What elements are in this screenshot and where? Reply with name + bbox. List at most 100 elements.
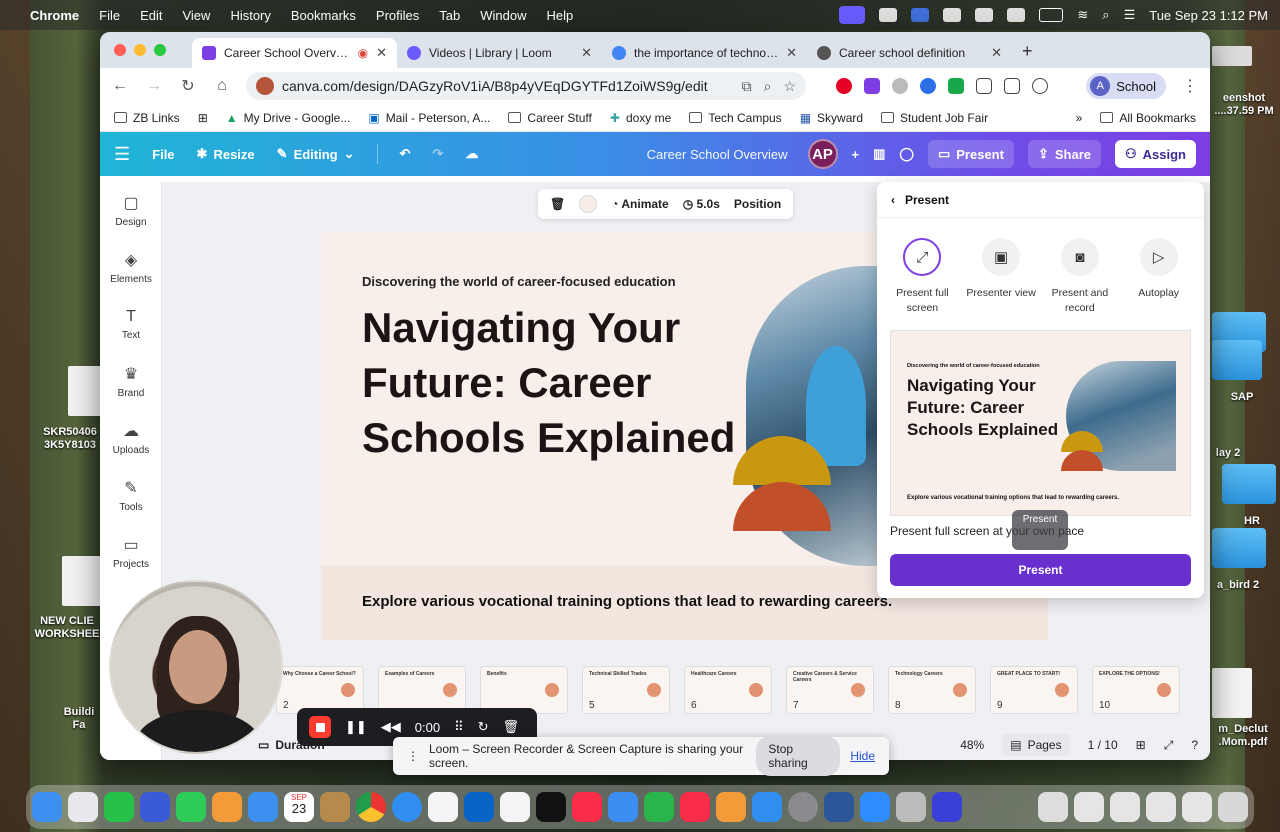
desktop-file-label[interactable]: a_bird 2 [1208, 579, 1268, 592]
animate-button[interactable]: ◔ Animate [611, 197, 668, 211]
reading-list-icon[interactable] [1004, 78, 1020, 94]
undo-button[interactable]: ↶ [400, 146, 411, 162]
loom-webcam-bubble[interactable] [109, 580, 283, 754]
calendar-icon[interactable]: SEP 23 [284, 792, 314, 822]
outlook-icon[interactable] [464, 792, 494, 822]
screenshot-file-icon[interactable] [1212, 46, 1252, 66]
bookmark-career-stuff[interactable]: Career Stuff [508, 111, 592, 125]
chrome-icon[interactable] [356, 792, 386, 822]
slide-eyebrow-text[interactable]: Discovering the world of career-focused … [362, 274, 676, 289]
loom-status-icon[interactable] [839, 6, 866, 24]
hide-banner-link[interactable]: Hide [850, 749, 875, 763]
address-url[interactable]: canva.com/design/DAGzyRoV1iA/B8p4yVEqDGY… [282, 78, 708, 94]
tab-career-definition[interactable]: Career school definition ✕ [807, 38, 1012, 68]
new-tab-icon[interactable]: + [1012, 41, 1043, 68]
pages-button[interactable]: ▤ Pages [1002, 734, 1070, 756]
zoom-window-button[interactable] [154, 44, 166, 56]
assign-button[interactable]: ⚇ Assign [1115, 140, 1196, 168]
control-center-icon[interactable]: ☰ [1124, 7, 1136, 23]
performance-icon[interactable] [1032, 78, 1048, 94]
reminders-icon[interactable] [428, 792, 458, 822]
messages-icon[interactable] [176, 792, 206, 822]
menu-edit[interactable]: Edit [140, 8, 162, 23]
rail-brand[interactable]: ♛ Brand [100, 353, 162, 410]
menu-bookmarks[interactable]: Bookmarks [291, 8, 356, 23]
menu-window[interactable]: Window [480, 8, 526, 23]
freeform-icon[interactable] [500, 792, 530, 822]
present-confirm-button[interactable]: Present [890, 554, 1191, 586]
notes-icon[interactable] [320, 792, 350, 822]
menubar-clock[interactable]: Tue Sep 23 1:12 PM [1149, 8, 1268, 23]
trash-icon[interactable]: 🗑 [550, 197, 565, 211]
folder-icon[interactable] [1212, 528, 1266, 568]
extension-icon[interactable] [948, 78, 964, 94]
share-button[interactable]: ⇪ Share [1027, 140, 1101, 168]
news-icon[interactable] [572, 792, 602, 822]
status-icon[interactable] [879, 8, 898, 22]
desktop-folder-label[interactable]: HR [1232, 515, 1272, 528]
bookmark-my-drive[interactable]: ▲ My Drive - Google... [226, 111, 351, 125]
hamburger-menu-icon[interactable]: ☰ [114, 144, 130, 165]
bookmark-skyward[interactable]: ▦ Skyward [800, 111, 863, 125]
page-thumbnail[interactable]: Creative Careers & Service Careers 7 [786, 666, 874, 714]
all-bookmarks[interactable]: All Bookmarks [1100, 111, 1196, 125]
pages-app-icon[interactable] [716, 792, 746, 822]
bookmark-student-job-fair[interactable]: Student Job Fair [881, 111, 988, 125]
desktop-file-label[interactable]: NEW CLIE WORKSHEE [34, 615, 100, 641]
cloud-sync-button[interactable]: ☁ [465, 146, 478, 162]
option-autoplay[interactable]: ▷ Autoplay [1121, 238, 1197, 316]
bookmark-doxy-me[interactable]: ✚ doxy me [610, 111, 671, 125]
menu-profiles[interactable]: Profiles [376, 8, 419, 23]
color-swatch[interactable] [579, 195, 598, 213]
pdf-file-icon[interactable] [1212, 668, 1252, 718]
app-store-icon[interactable] [140, 792, 170, 822]
help-icon[interactable]: ? [1191, 738, 1198, 752]
reload-icon[interactable]: ↻ [178, 76, 198, 96]
cloud-icon[interactable] [1007, 8, 1026, 22]
mail-icon[interactable] [248, 792, 278, 822]
option-present-full-screen[interactable]: ⤢ Present full screen [884, 238, 960, 316]
folder-icon[interactable] [1222, 464, 1276, 504]
music-icon[interactable] [680, 792, 710, 822]
puzzle-extensions-icon[interactable] [976, 78, 992, 94]
trash-icon[interactable] [1218, 792, 1248, 822]
folder-icon[interactable] [1212, 340, 1262, 380]
zoom-level[interactable]: 48% [960, 738, 984, 752]
page-thumbnail[interactable]: EXPLORE THE OPTIONS! 10 [1092, 666, 1180, 714]
page-counter[interactable]: 1 / 10 [1088, 738, 1118, 752]
extension-icon[interactable] [892, 78, 908, 94]
word-icon[interactable] [824, 792, 854, 822]
add-collaborator-icon[interactable]: + [852, 147, 860, 162]
pinterest-extension-icon[interactable] [836, 78, 852, 94]
tab-career-school-overview[interactable]: Career School Overview - ◉ ✕ [192, 38, 397, 68]
menu-file[interactable]: File [99, 8, 120, 23]
status-icon[interactable] [943, 8, 962, 22]
page-thumbnail[interactable]: Healthcare Careers 6 [684, 666, 772, 714]
drag-handle-icon[interactable]: ⠿ [454, 719, 464, 735]
close-tab-icon[interactable]: ✕ [786, 45, 797, 61]
desktop-file-label[interactable]: SKR50406 3K5Y8103 [40, 426, 100, 452]
keynote-icon[interactable] [608, 792, 638, 822]
downloads-stack-icon[interactable] [1038, 792, 1068, 822]
desktop-file-label[interactable]: eenshot ....37.59 PM [1208, 92, 1280, 118]
bookmark-mail[interactable]: ▣ Mail - Peterson, A... [368, 111, 490, 125]
bookmark-tech-campus[interactable]: Tech Campus [689, 111, 782, 125]
resize-button[interactable]: ✱ Resize [197, 146, 255, 162]
page-thumbnail[interactable]: Technical Skilled Trades 5 [582, 666, 670, 714]
page-thumbnail[interactable]: Why Choose a Career School? 2 [276, 666, 364, 714]
site-info-icon[interactable] [256, 77, 274, 95]
extension-icon[interactable] [864, 78, 880, 94]
drag-handle-icon[interactable]: ⋮ [407, 749, 419, 763]
recent-file-icon[interactable] [1074, 792, 1104, 822]
recent-file-icon[interactable] [1110, 792, 1140, 822]
safari-icon[interactable] [392, 792, 422, 822]
photos-icon[interactable] [212, 792, 242, 822]
option-present-and-record[interactable]: ◙ Present and record [1042, 238, 1118, 316]
rail-projects[interactable]: ▭ Projects [100, 524, 162, 581]
comment-icon[interactable]: ◯ [899, 146, 914, 162]
app-store-icon[interactable] [752, 792, 782, 822]
tab-google-search[interactable]: the importance of technology ✕ [602, 38, 807, 68]
apps-grid[interactable]: ⊞ [198, 111, 208, 125]
menu-view[interactable]: View [182, 8, 210, 23]
editing-mode-dropdown[interactable]: ✎ Editing ⌄ [277, 146, 355, 162]
